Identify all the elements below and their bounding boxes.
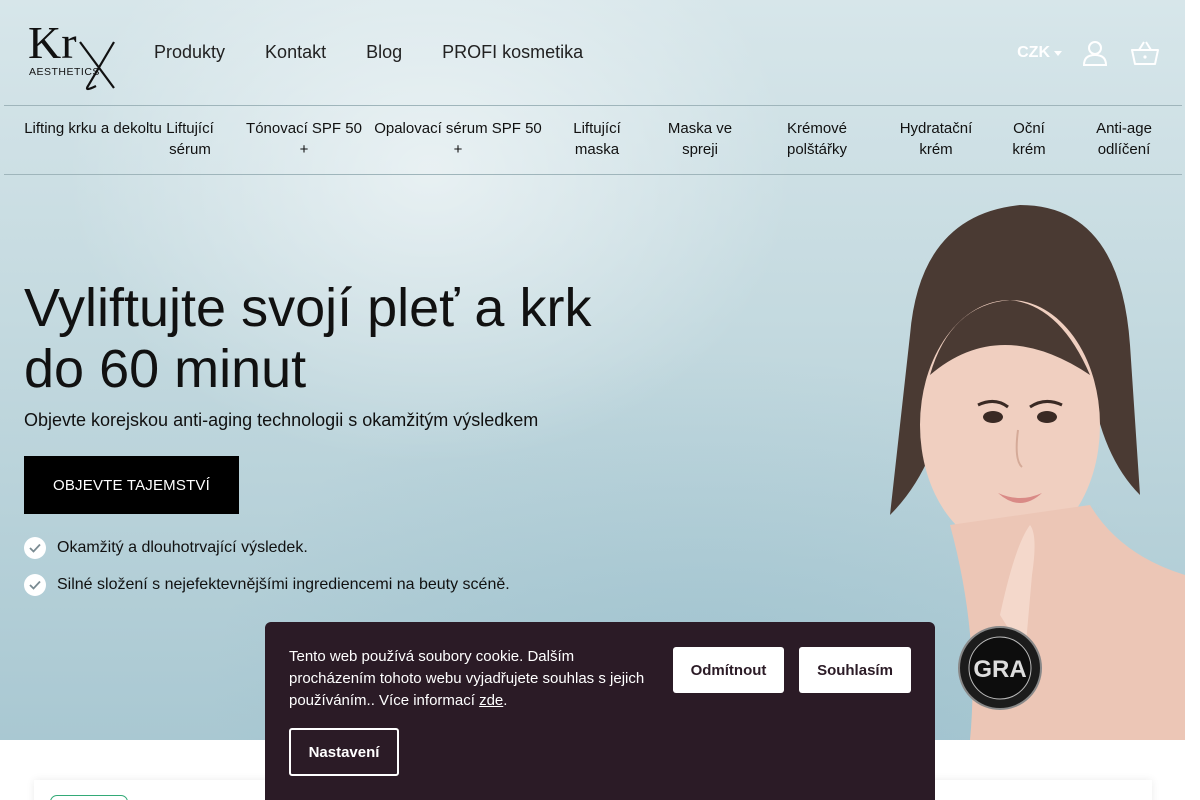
discover-secret-button[interactable]: OBJEVTE TAJEMSTVÍ [24,456,239,514]
nav-products[interactable]: Produkty [154,42,225,63]
logo-mark: Kr [28,17,77,68]
cookie-banner: Tento web používá soubory cookie. Dalším… [265,622,935,800]
category-item[interactable]: Oční krém [1004,118,1054,160]
cookie-more-link[interactable]: zde [479,692,503,709]
check-icon [24,537,46,559]
benefit-item: Silné složení s nejefektevnějšími ingred… [24,574,510,596]
check-icon [24,574,46,596]
currency-label: CZK [1017,44,1050,61]
currency-selector[interactable]: CZK [1017,44,1062,62]
basket-icon[interactable] [1128,36,1162,70]
category-item[interactable]: Liftující sérum [152,118,228,160]
category-item[interactable]: Krémové polštářky [772,118,862,160]
category-item[interactable]: Opalovací sérum SPF 50 + [370,118,546,160]
header-actions: CZK [1017,36,1162,70]
award-badge: GRA [958,626,1042,710]
benefit-text: Okamžitý a dlouhotrvající výsledek. [57,539,308,556]
category-item[interactable]: Lifting krku a dekoltu [24,118,162,139]
logo[interactable]: Kr AESTHETICS [28,14,118,92]
badge-text: GRA [973,656,1026,683]
accept-button[interactable]: Souhlasím [799,647,911,693]
category-item[interactable]: Anti-age odlíčení [1086,118,1162,160]
category-item[interactable]: Maska ve spreji [656,118,744,160]
cookie-after: . [503,692,508,709]
category-item[interactable]: Liftující maska [560,118,634,160]
cookie-message: Tento web používá soubory cookie. Dalším… [289,648,645,709]
cookie-settings-button[interactable]: Nastavení [289,728,399,776]
benefit-text: Silné složení s nejefektevnějšími ingred… [57,576,510,593]
hero-subtitle: Objevte korejskou anti-aging technologii… [24,410,539,430]
logo-sub: AESTHETICS [29,66,100,78]
cookie-text: Tento web používá soubory cookie. Dalším… [289,646,649,712]
decline-button[interactable]: Odmítnout [673,647,784,693]
tag-pill [50,795,128,800]
nav-profi[interactable]: PROFI kosmetika [442,42,583,63]
nav-contact[interactable]: Kontakt [265,42,326,63]
main-nav: Produkty Kontakt Blog PROFI kosmetika [154,42,583,63]
category-nav: Lifting krku a dekoltu Liftující sérum T… [4,106,1182,175]
nav-blog[interactable]: Blog [366,42,402,63]
user-icon[interactable] [1078,36,1112,70]
benefit-item: Okamžitý a dlouhotrvající výsledek. [24,537,308,559]
chevron-down-icon [1054,50,1062,56]
site-header: Kr AESTHETICS Produkty Kontakt Blog PROF… [4,0,1182,106]
category-item[interactable]: Tónovací SPF 50 + [242,118,366,160]
hero-title: Vyliftujte svojí pleť a krk do 60 minut [24,278,592,399]
category-item[interactable]: Hydratační krém [890,118,982,160]
